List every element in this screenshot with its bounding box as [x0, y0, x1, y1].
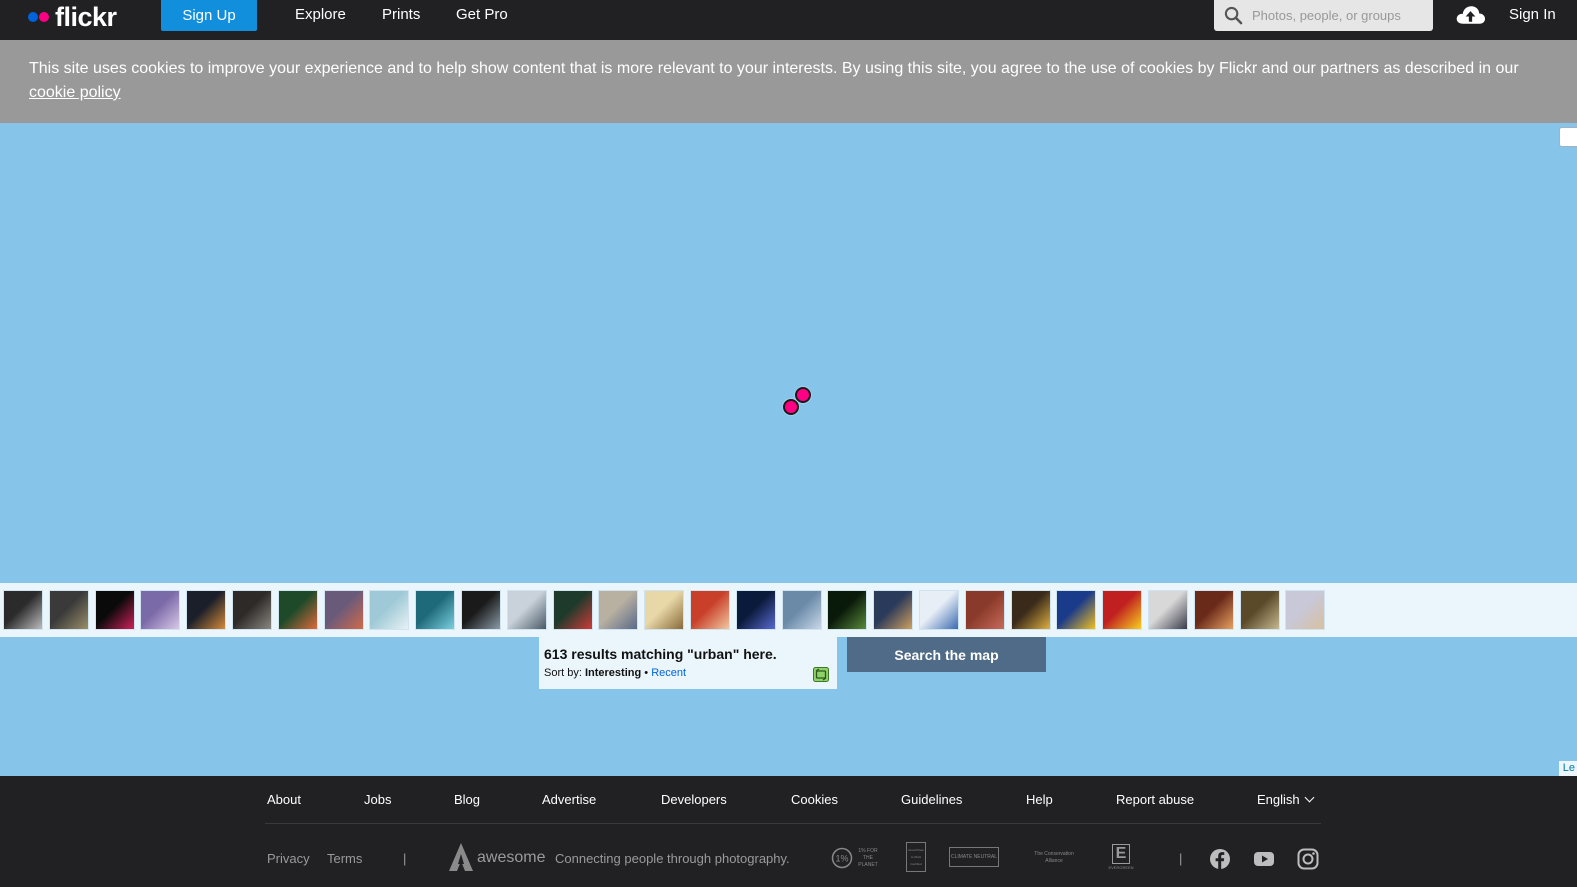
map-pin[interactable]	[795, 387, 811, 403]
climate-neutral-badge: CLIMATE NEUTRAL	[949, 847, 999, 867]
photo-thumbnail[interactable]	[186, 590, 226, 630]
svg-text:1%: 1%	[835, 854, 848, 864]
sign-up-button[interactable]: Sign Up	[161, 0, 257, 31]
results-count: 613 results matching "urban" here.	[544, 646, 777, 662]
sign-in-link[interactable]: Sign In	[1509, 5, 1556, 25]
footer-help[interactable]: Help	[1026, 792, 1053, 808]
photo-thumbnail[interactable]	[1240, 590, 1280, 630]
map-attribution[interactable]: Le	[1558, 761, 1577, 776]
language-selector[interactable]: English	[1257, 792, 1315, 808]
sort-recent[interactable]: Recent	[651, 667, 686, 679]
photo-thumbnail[interactable]	[3, 590, 43, 630]
photo-thumbnail[interactable]	[1148, 590, 1188, 630]
photo-thumbnail[interactable]	[232, 590, 272, 630]
footer-developers[interactable]: Developers	[661, 792, 727, 808]
evergreen-badge: E EVERGREEN	[1107, 842, 1135, 872]
search-input[interactable]	[1252, 4, 1428, 26]
photo-strip	[0, 583, 1577, 637]
photo-thumbnail[interactable]	[95, 590, 135, 630]
photo-thumbnail[interactable]	[827, 590, 867, 630]
great-place-to-work-badge: Great Place to Work Certified	[906, 842, 926, 872]
chevron-down-icon	[1304, 792, 1315, 803]
photo-thumbnail[interactable]	[461, 590, 501, 630]
cookie-banner: This site uses cookies to improve your e…	[0, 40, 1577, 123]
footer-guidelines[interactable]: Guidelines	[901, 792, 962, 808]
photo-thumbnail[interactable]	[1285, 590, 1325, 630]
photo-thumbnail[interactable]	[369, 590, 409, 630]
logo-wordmark: flickr	[55, 2, 117, 32]
top-navigation: flickr Sign Up Explore Prints Get Pro Si…	[0, 0, 1577, 40]
conservation-alliance-badge: The Conservation Alliance	[1034, 851, 1074, 864]
slideshow-icon[interactable]	[813, 667, 829, 682]
map-layer-control[interactable]	[1559, 127, 1577, 147]
cookie-policy-link[interactable]: cookie policy	[29, 84, 121, 101]
photo-thumbnail[interactable]	[140, 590, 180, 630]
sort-label: Sort by:	[544, 667, 582, 679]
photo-thumbnail[interactable]	[278, 590, 318, 630]
awesome-wordmark: awesome	[477, 849, 546, 866]
photo-thumbnail[interactable]	[690, 590, 730, 630]
footer-tagline: Connecting people through photography.	[555, 851, 790, 866]
photo-thumbnail[interactable]	[49, 590, 89, 630]
photo-thumbnail[interactable]	[919, 590, 959, 630]
photo-thumbnail[interactable]	[1102, 590, 1142, 630]
map-pin[interactable]	[783, 399, 799, 415]
awesome-logo-icon[interactable]	[448, 842, 474, 872]
instagram-icon[interactable]	[1297, 848, 1319, 870]
footer-separator: |	[1179, 851, 1183, 866]
photo-thumbnail[interactable]	[553, 590, 593, 630]
search-the-map-button[interactable]: Search the map	[847, 637, 1046, 672]
photo-thumbnail[interactable]	[644, 590, 684, 630]
photo-thumbnail[interactable]	[507, 590, 547, 630]
photo-thumbnail[interactable]	[782, 590, 822, 630]
sort-separator: •	[644, 667, 649, 679]
footer-separator: |	[403, 851, 407, 866]
language-label: English	[1257, 792, 1300, 807]
footer-blog[interactable]: Blog	[454, 792, 480, 808]
photo-thumbnail[interactable]	[965, 590, 1005, 630]
footer-privacy[interactable]: Privacy	[267, 851, 310, 867]
evergreen-badge-text: EVERGREEN	[1108, 864, 1134, 870]
photo-thumbnail[interactable]	[1194, 590, 1234, 630]
footer-terms[interactable]: Terms	[327, 851, 362, 867]
photo-thumbnail[interactable]	[873, 590, 913, 630]
planet-icon: 1%	[831, 847, 853, 869]
footer-jobs[interactable]: Jobs	[364, 792, 391, 808]
facebook-icon[interactable]	[1209, 848, 1231, 870]
nav-get-pro[interactable]: Get Pro	[456, 5, 508, 25]
nav-explore[interactable]: Explore	[295, 5, 346, 25]
planet-badge-text: 1% FOR THE PLANET	[858, 847, 878, 868]
sort-interesting[interactable]: Interesting	[585, 667, 641, 679]
cloud-upload-icon[interactable]	[1455, 3, 1486, 27]
search-icon[interactable]	[1224, 6, 1243, 25]
photo-thumbnail[interactable]	[415, 590, 455, 630]
footer-report-abuse[interactable]: Report abuse	[1116, 792, 1194, 808]
logo-pink-dot	[39, 12, 49, 22]
photo-thumbnail[interactable]	[736, 590, 776, 630]
youtube-icon[interactable]	[1253, 848, 1275, 870]
one-percent-planet-badge: 1% 1% FOR THE PLANET	[830, 846, 884, 870]
footer-about[interactable]: About	[267, 792, 301, 808]
photo-thumbnail[interactable]	[598, 590, 638, 630]
footer-divider	[265, 823, 1321, 824]
flickr-logo[interactable]: flickr	[28, 2, 117, 32]
photo-thumbnail[interactable]	[1056, 590, 1096, 630]
footer-cookies[interactable]: Cookies	[791, 792, 838, 808]
nav-prints[interactable]: Prints	[382, 5, 420, 25]
evergreen-e-icon: E	[1111, 843, 1131, 864]
photo-thumbnail[interactable]	[324, 590, 364, 630]
cookie-banner-text: This site uses cookies to improve your e…	[29, 60, 1519, 77]
logo-blue-dot	[28, 12, 38, 22]
photo-thumbnail[interactable]	[1011, 590, 1051, 630]
footer: About Jobs Blog Advertise Developers Coo…	[0, 776, 1577, 887]
search-box	[1214, 0, 1433, 31]
footer-advertise[interactable]: Advertise	[542, 792, 596, 808]
sort-options: Sort by: Interesting • Recent	[544, 667, 837, 680]
results-panel: 613 results matching "urban" here. Sort …	[539, 637, 837, 689]
